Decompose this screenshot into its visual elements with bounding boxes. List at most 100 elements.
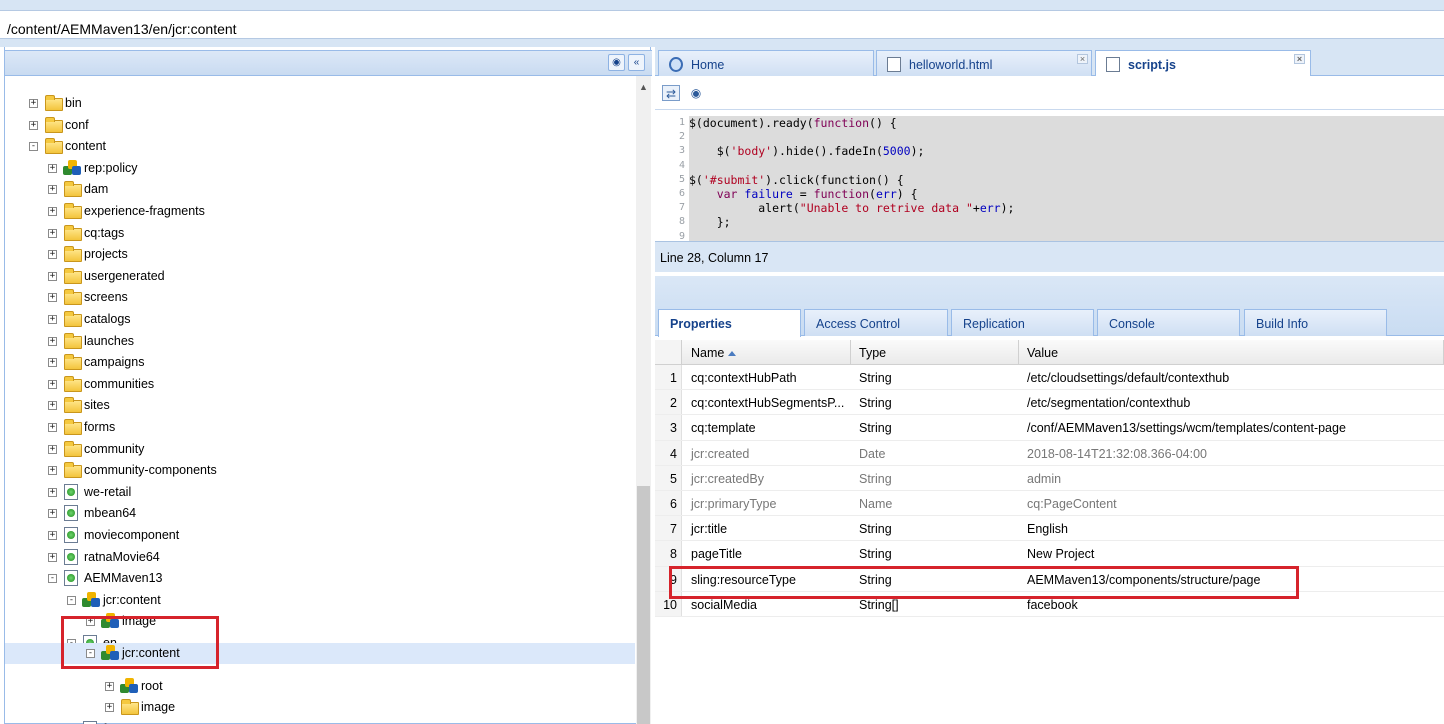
tab-build-info[interactable]: Build Info (1244, 309, 1387, 336)
tree-node-label[interactable]: moviecomponent (84, 528, 179, 542)
tree-node[interactable]: + fr (5, 720, 635, 724)
expand-icon[interactable]: + (29, 121, 38, 130)
table-row[interactable]: 2 cq:contextHubSegmentsP... String /etc/… (655, 390, 1444, 416)
tree-node-label[interactable]: bin (65, 96, 82, 110)
expand-icon[interactable]: + (48, 466, 57, 475)
tree-node[interactable]: + bin (5, 94, 635, 114)
tree-node[interactable]: + dam (5, 180, 635, 200)
tree-node[interactable]: + ratnaMovie64 (5, 548, 635, 568)
expand-icon[interactable]: + (48, 293, 57, 302)
property-name[interactable]: jcr:primaryType (683, 491, 851, 515)
find-icon[interactable]: ◉ (687, 85, 705, 101)
expand-icon[interactable]: + (48, 531, 57, 540)
path-bar[interactable]: /content/AEMMaven13/en/jcr:content (0, 10, 1444, 39)
tree-node[interactable]: + communities (5, 375, 635, 395)
find-icon[interactable]: ◉ (608, 54, 625, 71)
property-value[interactable]: admin (1019, 466, 1444, 490)
code-text[interactable]: $(document).ready(function() { $('body')… (689, 116, 1444, 241)
property-value[interactable]: New Project (1019, 541, 1444, 565)
tree-node[interactable]: + mbean64 (5, 504, 635, 524)
column-header-name[interactable]: Name (683, 340, 851, 364)
code-editor[interactable]: 1 2 3 4 5 6 7 8 9 $(document).ready(func… (655, 110, 1444, 241)
expand-icon[interactable]: + (48, 553, 57, 562)
tab-helloworld-html[interactable]: helloworld.html × (876, 50, 1092, 77)
expand-icon[interactable]: + (48, 272, 57, 281)
tab-replication[interactable]: Replication (951, 309, 1094, 336)
scroll-up-icon[interactable]: ▲ (639, 82, 648, 92)
tree-node[interactable]: + root (5, 677, 635, 697)
table-row[interactable]: 3 cq:template String /conf/AEMMaven13/se… (655, 415, 1444, 441)
tree-node-label[interactable]: launches (84, 334, 134, 348)
expand-icon[interactable]: + (105, 703, 114, 712)
close-icon[interactable]: × (1294, 54, 1305, 64)
scrollbar-thumb[interactable] (637, 486, 650, 724)
property-type[interactable]: String (851, 466, 1019, 490)
expand-icon[interactable]: + (48, 250, 57, 259)
tree-node[interactable]: + campaigns (5, 353, 635, 373)
tree-node-label[interactable]: experience-fragments (84, 204, 205, 218)
tab-console[interactable]: Console (1097, 309, 1240, 336)
property-value[interactable]: 2018-08-14T21:32:08.366-04:00 (1019, 441, 1444, 465)
property-value[interactable]: /conf/AEMMaven13/settings/wcm/templates/… (1019, 415, 1444, 439)
tree-node[interactable]: - content (5, 137, 635, 157)
property-type[interactable]: Date (851, 441, 1019, 465)
tree-node-label[interactable]: content (65, 139, 106, 153)
tree-node[interactable]: + launches (5, 332, 635, 352)
expand-icon[interactable]: + (105, 682, 114, 691)
tree-node[interactable]: + conf (5, 116, 635, 136)
tree-node[interactable]: + community (5, 440, 635, 460)
tree-node-label[interactable]: ratnaMovie64 (84, 550, 160, 564)
close-icon[interactable]: × (1077, 54, 1088, 64)
tab-script-js[interactable]: script.js × (1095, 50, 1311, 78)
tree-node-label[interactable]: forms (84, 420, 115, 434)
expand-icon[interactable]: + (48, 207, 57, 216)
expand-icon[interactable]: + (48, 315, 57, 324)
property-name[interactable]: jcr:title (683, 516, 851, 540)
tree-node-label[interactable]: jcr:content (103, 593, 161, 607)
table-row[interactable]: 7 jcr:title String English (655, 516, 1444, 542)
tree-node-label[interactable]: community-components (84, 463, 217, 477)
tree-node[interactable]: + projects (5, 245, 635, 265)
expand-icon[interactable]: + (48, 380, 57, 389)
tree-node[interactable]: + cq:tags (5, 224, 635, 244)
tree-node-label[interactable]: usergenerated (84, 269, 165, 283)
table-row[interactable]: 1 cq:contextHubPath String /etc/cloudset… (655, 365, 1444, 391)
tree-scrollbar[interactable]: ▲ (636, 76, 651, 724)
property-type[interactable]: String (851, 541, 1019, 565)
property-value[interactable]: /etc/cloudsettings/default/contexthub (1019, 365, 1444, 389)
collapse-panel-icon[interactable]: « (628, 54, 645, 71)
tab-properties[interactable]: Properties (658, 309, 801, 337)
tree-node-label[interactable]: campaigns (84, 355, 144, 369)
table-row[interactable]: 4 jcr:created Date 2018-08-14T21:32:08.3… (655, 440, 1444, 466)
expand-icon[interactable]: + (48, 445, 57, 454)
tree-node-label[interactable]: projects (84, 247, 128, 261)
tree-node[interactable]: + forms (5, 418, 635, 438)
property-name[interactable]: cq:contextHubPath (683, 365, 851, 389)
table-row[interactable]: 5 jcr:createdBy String admin (655, 465, 1444, 491)
expand-icon[interactable]: + (48, 423, 57, 432)
tree-node[interactable]: + rep:policy (5, 159, 635, 179)
property-type[interactable]: String (851, 415, 1019, 439)
property-name[interactable]: cq:template (683, 415, 851, 439)
table-row[interactable]: 8 pageTitle String New Project (655, 541, 1444, 567)
format-icon[interactable]: ⇄ (662, 85, 680, 101)
tree-node[interactable]: + we-retail (5, 483, 635, 503)
tree-node[interactable]: + catalogs (5, 310, 635, 330)
tree-node-label[interactable]: community (84, 442, 144, 456)
expand-icon[interactable]: + (48, 509, 57, 518)
collapse-icon[interactable]: - (29, 142, 38, 151)
expand-icon[interactable]: + (29, 99, 38, 108)
expand-icon[interactable]: + (48, 401, 57, 410)
tree-node-label[interactable]: dam (84, 182, 108, 196)
property-name[interactable]: cq:contextHubSegmentsP... (683, 390, 851, 414)
tree-node[interactable]: + community-components (5, 461, 635, 481)
tree-node-label[interactable]: mbean64 (84, 506, 136, 520)
property-name[interactable]: pageTitle (683, 541, 851, 565)
tree-node[interactable]: - jcr:content (5, 591, 635, 611)
property-type[interactable]: String (851, 390, 1019, 414)
tree-node[interactable]: + screens (5, 288, 635, 308)
tree-node-label[interactable]: image (141, 700, 175, 714)
expand-icon[interactable]: + (48, 164, 57, 173)
property-type[interactable]: String (851, 516, 1019, 540)
tree-node-label[interactable]: root (141, 679, 163, 693)
